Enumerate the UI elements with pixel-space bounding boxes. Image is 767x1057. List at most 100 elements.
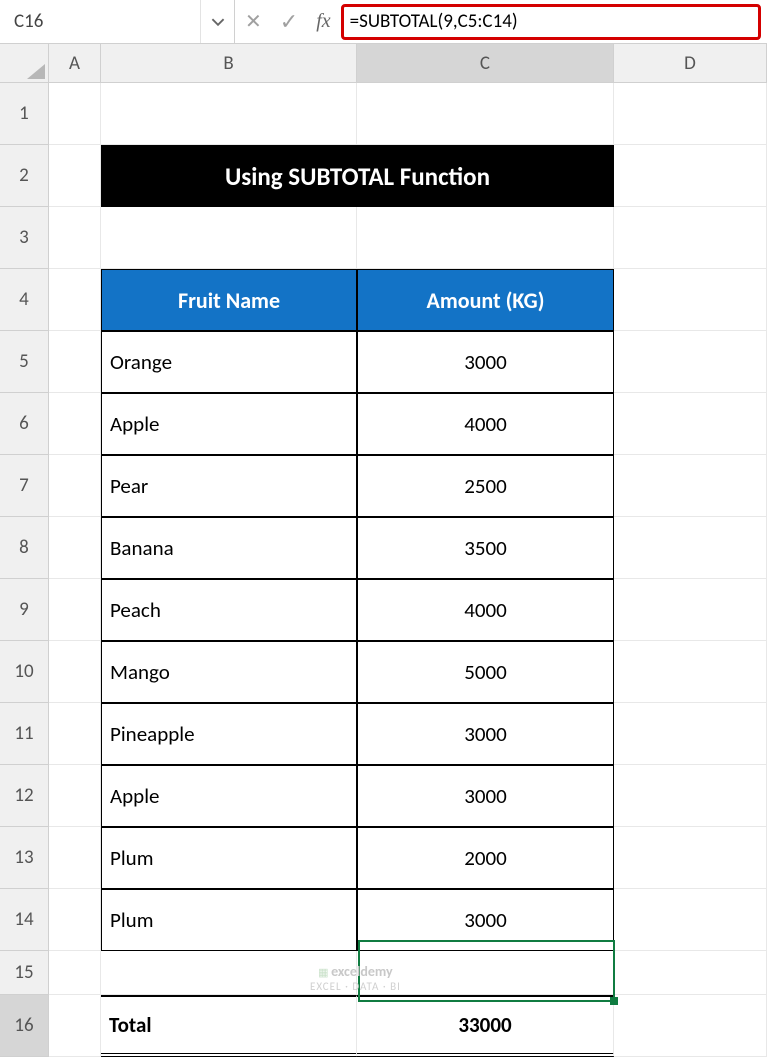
cell[interactable] [614,331,767,393]
col-header-d[interactable]: D [614,44,767,83]
row-header[interactable]: 13 [0,827,49,889]
row-header[interactable]: 4 [0,269,49,331]
grid-row: 11 Pineapple3000 [0,703,767,765]
cell[interactable] [49,951,101,995]
cell[interactable] [49,83,101,145]
total-value-cell[interactable]: 33000 [357,995,614,1057]
total-label-cell[interactable]: Total [101,995,357,1057]
name-box-wrap[interactable]: C16 [0,0,235,43]
cell[interactable] [614,207,767,269]
cell[interactable] [614,393,767,455]
col-header-c[interactable]: C [357,44,614,83]
cell[interactable] [49,765,101,827]
cell[interactable] [614,765,767,827]
row-header[interactable]: 10 [0,641,49,703]
table-cell-fruit[interactable]: Pear [101,455,357,517]
row-header[interactable]: 16 [0,995,49,1057]
table-cell-fruit[interactable]: Orange [101,331,357,393]
formula-input[interactable]: =SUBTOTAL(9,C5:C14) [341,4,761,40]
row-header[interactable]: 5 [0,331,49,393]
table-header-amount[interactable]: Amount (KG) [357,269,614,331]
name-box[interactable]: C16 [14,10,200,33]
cell[interactable] [614,827,767,889]
cell[interactable] [614,641,767,703]
cell[interactable] [49,393,101,455]
cell[interactable] [357,83,614,145]
table-cell-amount[interactable]: 2000 [357,827,614,889]
table-cell-amount[interactable]: 4000 [357,579,614,641]
table-cell-amount[interactable]: 5000 [357,641,614,703]
cell[interactable] [49,455,101,517]
cell[interactable] [614,83,767,145]
table-cell-fruit[interactable]: Peach [101,579,357,641]
row-header[interactable]: 2 [0,145,49,207]
grid-row: 10 Mango5000 [0,641,767,703]
table-cell-amount[interactable]: 4000 [357,393,614,455]
row-header[interactable]: 11 [0,703,49,765]
cell[interactable] [49,889,101,951]
cell[interactable] [614,455,767,517]
select-all-corner[interactable] [0,44,49,83]
cell[interactable] [49,827,101,889]
table-cell-fruit[interactable]: Banana [101,517,357,579]
cell[interactable] [101,207,357,269]
grid-row: 14 Plum3000 [0,889,767,951]
cell[interactable] [49,269,101,331]
table-cell-amount[interactable]: 2500 [357,455,614,517]
cell[interactable] [614,517,767,579]
table-cell-fruit[interactable]: Plum [101,827,357,889]
grid-row: 13 Plum2000 [0,827,767,889]
cell[interactable] [49,579,101,641]
table-cell-amount[interactable]: 3000 [357,765,614,827]
table-cell-fruit[interactable]: Mango [101,641,357,703]
grid-row: 15 [0,951,767,995]
cell[interactable] [614,145,767,207]
col-header-a[interactable]: A [49,44,101,83]
grid-row: 1 [0,83,767,145]
enter-icon[interactable]: ✓ [280,8,298,35]
fx-icon[interactable]: fx [316,10,330,33]
table-cell-amount[interactable]: 3500 [357,517,614,579]
table-cell-amount[interactable]: 3000 [357,889,614,951]
name-box-dropdown[interactable] [200,0,234,43]
row-header[interactable]: 8 [0,517,49,579]
row-header[interactable]: 6 [0,393,49,455]
row-header[interactable]: 14 [0,889,49,951]
col-header-b[interactable]: B [101,44,357,83]
cell[interactable] [49,641,101,703]
table-cell-fruit[interactable]: Apple [101,765,357,827]
grid-row: 6 Apple4000 [0,393,767,455]
cancel-icon[interactable]: ✕ [245,9,262,34]
cell[interactable] [614,995,767,1057]
cell[interactable] [49,145,101,207]
cell[interactable] [357,207,614,269]
table-header-fruit[interactable]: Fruit Name [101,269,357,331]
grid-row: 5 Orange3000 [0,331,767,393]
cell[interactable] [614,269,767,331]
table-cell-fruit[interactable]: Pineapple [101,703,357,765]
table-cell-amount[interactable]: 3000 [357,703,614,765]
cell[interactable] [101,951,357,995]
row-header[interactable]: 9 [0,579,49,641]
cell[interactable] [614,889,767,951]
cell[interactable] [49,995,101,1057]
cell[interactable] [49,703,101,765]
cell[interactable] [614,579,767,641]
table-cell-fruit[interactable]: Plum [101,889,357,951]
cell[interactable] [357,951,614,995]
cell[interactable] [614,951,767,995]
table-cell-amount[interactable]: 3000 [357,331,614,393]
row-header[interactable]: 7 [0,455,49,517]
cell[interactable] [49,207,101,269]
row-header[interactable]: 15 [0,951,49,995]
spreadsheet-grid[interactable]: A B C D 1 2 Using SUBTOTAL Function 3 [0,44,767,1057]
cell[interactable] [49,331,101,393]
row-header[interactable]: 3 [0,207,49,269]
title-banner[interactable]: Using SUBTOTAL Function [101,145,614,207]
cell[interactable] [614,703,767,765]
table-cell-fruit[interactable]: Apple [101,393,357,455]
row-header[interactable]: 12 [0,765,49,827]
row-header[interactable]: 1 [0,83,49,145]
cell[interactable] [49,517,101,579]
cell[interactable] [101,83,357,145]
